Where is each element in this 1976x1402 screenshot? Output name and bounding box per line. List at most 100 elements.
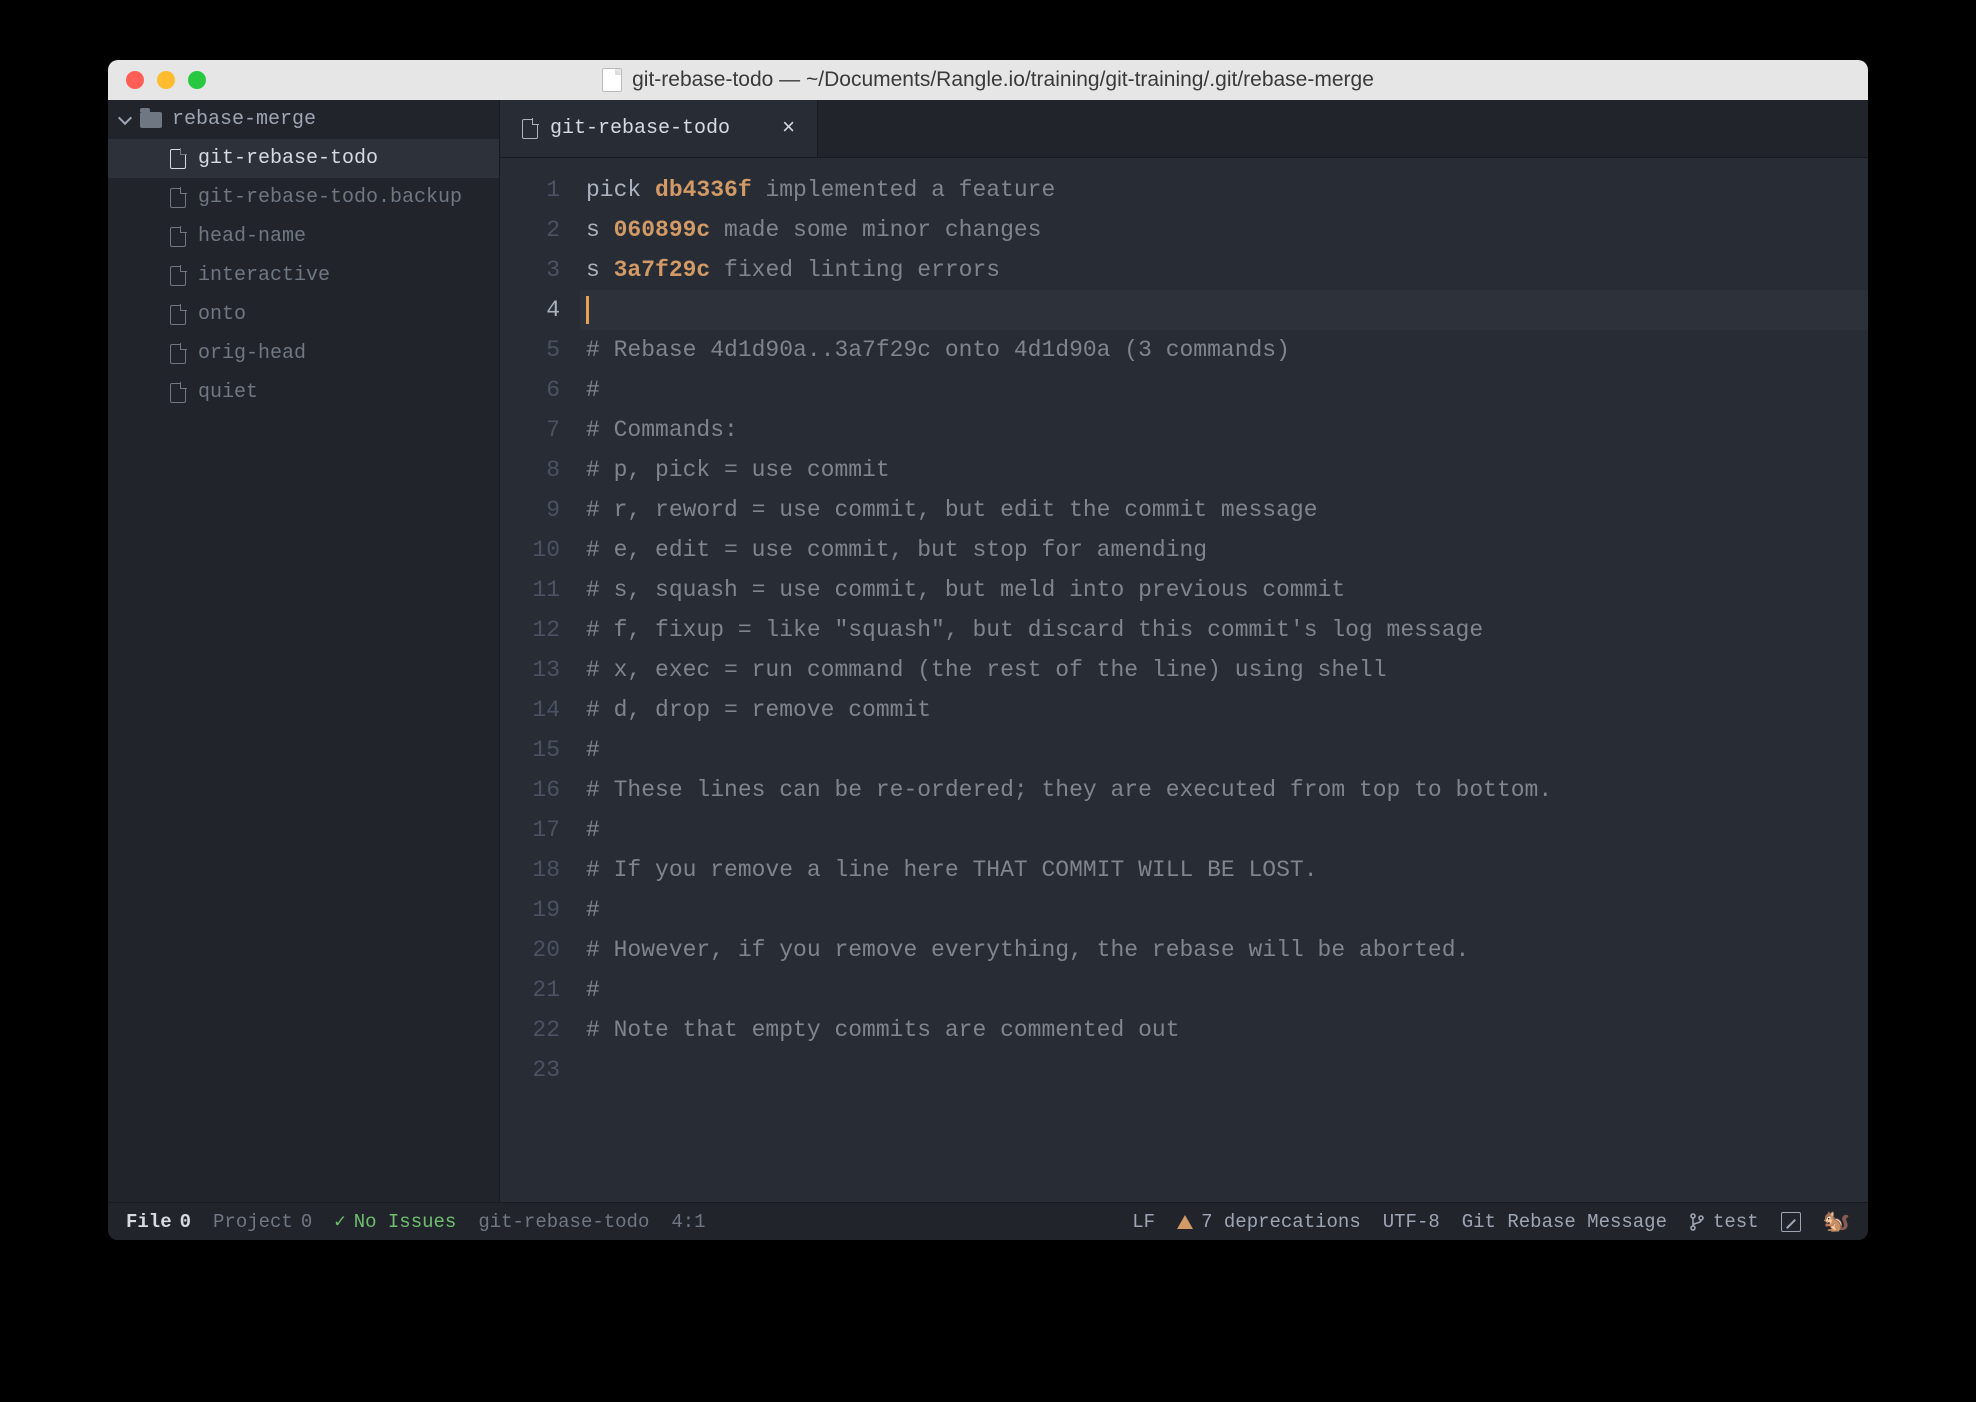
tab-bar[interactable]: git-rebase-todo × [500,100,1868,158]
status-filename[interactable]: git-rebase-todo [478,1211,649,1233]
text-editor[interactable]: 1234567891011121314151617181920212223 pi… [500,158,1868,1202]
line-number[interactable]: 10 [500,530,560,570]
code-line[interactable]: # Note that empty commits are commented … [580,1010,1868,1050]
line-number[interactable]: 6 [500,370,560,410]
editor-area: git-rebase-todo × 1234567891011121314151… [500,100,1868,1202]
code-line[interactable] [580,290,1868,330]
tree-root-folder[interactable]: rebase-merge [108,100,499,139]
line-number[interactable]: 13 [500,650,560,690]
document-icon [602,68,622,92]
line-number[interactable]: 12 [500,610,560,650]
code-line[interactable]: s 060899c made some minor changes [580,210,1868,250]
code-line[interactable]: # [580,730,1868,770]
tree-item-git-rebase-todo[interactable]: git-rebase-todo [108,139,499,178]
code-line[interactable]: # r, reword = use commit, but edit the c… [580,490,1868,530]
file-tree-sidebar[interactable]: rebase-merge git-rebase-todo git-rebase-t… [108,100,500,1202]
code-line[interactable]: # p, pick = use commit [580,450,1868,490]
line-number[interactable]: 23 [500,1050,560,1090]
status-issues[interactable]: ✓ No Issues [334,1210,456,1233]
code-line[interactable]: # d, drop = remove commit [580,690,1868,730]
status-issues-text: No Issues [354,1211,457,1233]
status-file-count: 0 [180,1211,191,1233]
code-line[interactable]: # If you remove a line here THAT COMMIT … [580,850,1868,890]
window-title: git-rebase-todo — ~/Documents/Rangle.io/… [108,68,1868,92]
line-number[interactable]: 16 [500,770,560,810]
window-title-text: git-rebase-todo — ~/Documents/Rangle.io/… [632,68,1374,92]
tree-item-git-rebase-todo-backup[interactable]: git-rebase-todo.backup [108,178,499,217]
close-window-button[interactable] [126,71,144,89]
code-line[interactable]: # [580,370,1868,410]
code-line[interactable]: pick db4336f implemented a feature [580,170,1868,210]
status-deprecations[interactable]: 7 deprecations [1177,1211,1361,1233]
line-number[interactable]: 14 [500,690,560,730]
tree-root-label: rebase-merge [172,108,316,131]
line-number[interactable]: 9 [500,490,560,530]
code-line[interactable]: # [580,970,1868,1010]
file-icon [170,383,186,403]
minimize-window-button[interactable] [157,71,175,89]
tab-label: git-rebase-todo [550,117,730,140]
titlebar[interactable]: git-rebase-todo — ~/Documents/Rangle.io/… [108,60,1868,100]
file-icon [522,119,538,139]
code-line[interactable]: # However, if you remove everything, the… [580,930,1868,970]
line-number[interactable]: 7 [500,410,560,450]
line-number[interactable]: 15 [500,730,560,770]
traffic-lights [126,71,206,89]
edit-icon[interactable] [1781,1212,1801,1232]
file-icon [170,149,186,169]
tab-git-rebase-todo[interactable]: git-rebase-todo × [500,100,818,157]
squirrel-icon[interactable]: 🐿️ [1823,1209,1850,1235]
zoom-window-button[interactable] [188,71,206,89]
tree-item-label: orig-head [198,342,306,365]
status-cursor-position[interactable]: 4:1 [671,1211,705,1233]
status-line-ending[interactable]: LF [1132,1211,1155,1233]
status-bar[interactable]: File 0 Project 0 ✓ No Issues git-rebase-… [108,1202,1868,1240]
code-line[interactable]: # Commands: [580,410,1868,450]
close-tab-icon[interactable]: × [782,116,795,141]
tree-item-interactive[interactable]: interactive [108,256,499,295]
code-line[interactable]: # [580,890,1868,930]
code-line[interactable]: # Rebase 4d1d90a..3a7f29c onto 4d1d90a (… [580,330,1868,370]
file-icon [170,266,186,286]
status-git-branch[interactable]: test [1689,1211,1759,1233]
line-number[interactable]: 17 [500,810,560,850]
code-line[interactable] [580,1050,1868,1090]
tree-item-label: quiet [198,381,258,404]
file-icon [170,305,186,325]
status-project-diag[interactable]: Project 0 [213,1211,312,1233]
line-number[interactable]: 4 [500,290,560,330]
git-branch-icon [1689,1212,1705,1232]
line-number[interactable]: 22 [500,1010,560,1050]
line-number[interactable]: 1 [500,170,560,210]
tree-item-label: git-rebase-todo [198,147,378,170]
line-number[interactable]: 11 [500,570,560,610]
tree-item-onto[interactable]: onto [108,295,499,334]
line-number[interactable]: 21 [500,970,560,1010]
code-line[interactable]: # These lines can be re-ordered; they ar… [580,770,1868,810]
tree-item-head-name[interactable]: head-name [108,217,499,256]
warning-icon [1177,1215,1193,1229]
tree-item-orig-head[interactable]: orig-head [108,334,499,373]
status-project-label: Project [213,1211,293,1233]
tree-item-quiet[interactable]: quiet [108,373,499,412]
line-number[interactable]: 18 [500,850,560,890]
code-line[interactable]: # s, squash = use commit, but meld into … [580,570,1868,610]
line-number[interactable]: 20 [500,930,560,970]
code-line[interactable]: # f, fixup = like "squash", but discard … [580,610,1868,650]
code-line[interactable]: s 3a7f29c fixed linting errors [580,250,1868,290]
code-content[interactable]: pick db4336f implemented a features 0608… [580,158,1868,1202]
line-number[interactable]: 19 [500,890,560,930]
code-line[interactable]: # [580,810,1868,850]
line-number[interactable]: 2 [500,210,560,250]
status-file-diag[interactable]: File 0 [126,1211,191,1233]
code-line[interactable]: # e, edit = use commit, but stop for ame… [580,530,1868,570]
status-branch-name: test [1713,1211,1759,1233]
line-number[interactable]: 8 [500,450,560,490]
status-grammar[interactable]: Git Rebase Message [1462,1211,1667,1233]
line-number[interactable]: 3 [500,250,560,290]
line-number[interactable]: 5 [500,330,560,370]
status-encoding[interactable]: UTF-8 [1383,1211,1440,1233]
code-line[interactable]: # x, exec = run command (the rest of the… [580,650,1868,690]
tree-item-label: head-name [198,225,306,248]
line-number-gutter[interactable]: 1234567891011121314151617181920212223 [500,158,580,1202]
